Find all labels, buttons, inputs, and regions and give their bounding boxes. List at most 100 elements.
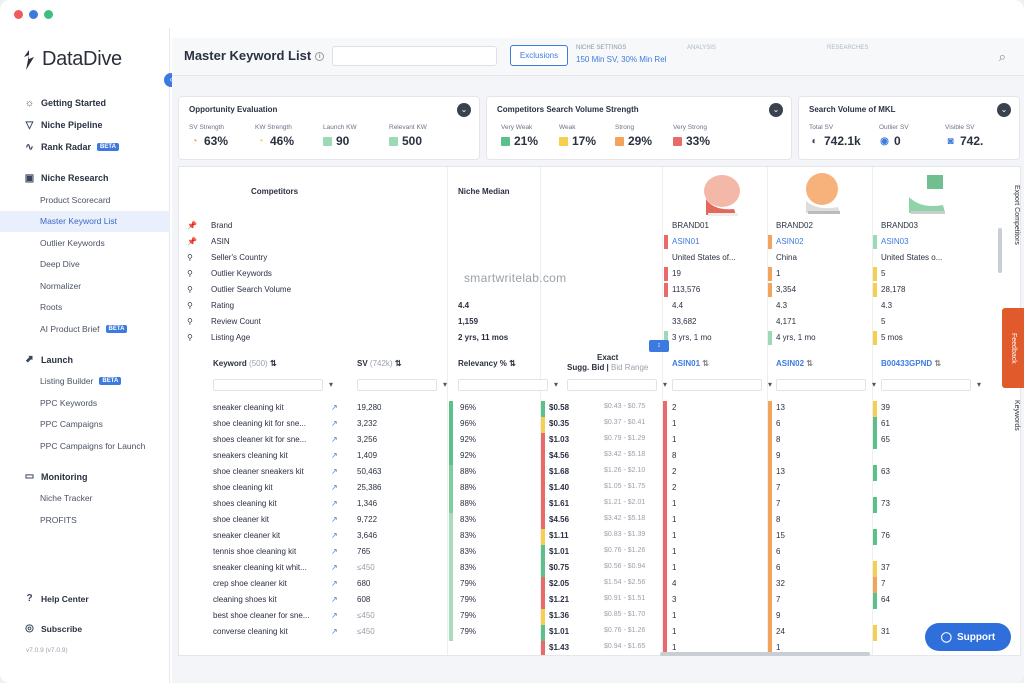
keyword-cell[interactable]: sneaker cleaning kit whit...	[213, 563, 328, 572]
external-link-icon[interactable]: ↗	[331, 451, 338, 460]
sidebar-item-niche-pipeline[interactable]: ▽ Niche Pipeline	[0, 114, 170, 136]
external-link-icon[interactable]: ↗	[331, 467, 338, 476]
sidebar-item-product-scorecard[interactable]: Product Scorecard	[0, 189, 170, 211]
keyword-cell[interactable]: sneaker cleaner kit	[213, 531, 328, 540]
filter-input[interactable]	[213, 379, 323, 391]
external-link-icon[interactable]: ↗	[331, 563, 338, 572]
sv-column-header[interactable]: SV (742k) ⇅	[357, 349, 402, 377]
sidebar-item-rank-radar[interactable]: ∿ Rank Radar BETA	[0, 136, 170, 158]
asin-column-header[interactable]: ASIN01 ⇅	[672, 349, 709, 377]
product-image-brand01[interactable]	[694, 171, 746, 219]
resize-handle-button[interactable]: ↕	[649, 340, 669, 352]
bid-column-header[interactable]: Exact Sugg. Bid | Bid Range	[567, 349, 648, 377]
filter-input[interactable]	[776, 379, 866, 391]
info-icon[interactable]: i	[315, 52, 325, 62]
sidebar-item-monitoring[interactable]: ▭ Monitoring	[0, 466, 170, 488]
filter-input[interactable]	[567, 379, 657, 391]
keyword-cell[interactable]: best shoe cleaner for sne...	[213, 611, 328, 620]
pin-icon[interactable]: 📌	[187, 237, 197, 246]
external-link-icon[interactable]: ↗	[331, 595, 338, 604]
sidebar-item-outlier-keywords[interactable]: Outlier Keywords	[0, 232, 170, 254]
subscribe-link[interactable]: ◎ Subscribe	[24, 623, 82, 634]
product-image-brand02[interactable]	[796, 171, 848, 219]
external-link-icon[interactable]: ↗	[331, 435, 338, 444]
keyword-cell[interactable]: sneakers cleaning kit	[213, 451, 328, 460]
filter-input[interactable]	[672, 379, 762, 391]
keyword-cell[interactable]: shoes cleaning kit	[213, 499, 328, 508]
pin-icon[interactable]: ⚲	[187, 317, 193, 326]
sidebar-item-ai-product-brief[interactable]: AI Product Brief BETA	[0, 318, 170, 340]
external-link-icon[interactable]: ↗	[331, 547, 338, 556]
sidebar-item-getting-started[interactable]: ☼ Getting Started	[0, 92, 170, 114]
filter-input[interactable]	[881, 379, 971, 391]
filter-icon[interactable]: ▾	[329, 380, 333, 389]
filter-icon[interactable]: ▾	[554, 380, 558, 389]
keyword-cell[interactable]: sneaker cleaning kit	[213, 403, 328, 412]
sidebar-item-master-keyword-list[interactable]: Master Keyword List	[0, 210, 170, 232]
sidebar-item-ppc-campaigns-for-launch[interactable]: PPC Campaigns for Launch	[0, 435, 170, 457]
filter-icon[interactable]: ▾	[872, 380, 876, 389]
keyword-cell[interactable]: cleaning shoes kit	[213, 595, 328, 604]
sort-icon[interactable]: ⇅	[806, 359, 813, 368]
pin-icon[interactable]: ⚲	[187, 285, 193, 294]
sidebar-item-ppc-campaigns[interactable]: PPC Campaigns	[0, 414, 170, 436]
external-link-icon[interactable]: ↗	[331, 579, 338, 588]
chevron-down-icon[interactable]: ⌄	[997, 103, 1011, 117]
asin-link[interactable]: ASIN02	[776, 237, 866, 246]
pin-icon[interactable]: ⚲	[187, 301, 193, 310]
feedback-tab[interactable]: Feedback	[1002, 308, 1024, 388]
logo[interactable]: DataDive	[20, 48, 122, 71]
filter-icon[interactable]: ▾	[663, 380, 667, 389]
external-link-icon[interactable]: ↗	[331, 483, 338, 492]
filter-icon[interactable]: ▾	[977, 380, 981, 389]
export-competitors-tab[interactable]: Export Competitors	[1002, 170, 1020, 260]
vertical-scrollbar[interactable]	[998, 228, 1002, 273]
external-link-icon[interactable]: ↗	[331, 515, 338, 524]
sidebar-item-roots[interactable]: Roots	[0, 297, 170, 319]
sort-icon[interactable]: ⇅	[934, 359, 941, 368]
sidebar-item-deep-dive[interactable]: Deep Dive	[0, 254, 170, 276]
keyword-column-header[interactable]: Keyword (500) ⇅	[213, 349, 277, 377]
asin-column-header[interactable]: ASIN02 ⇅	[776, 349, 813, 377]
product-image-brand03[interactable]	[901, 171, 953, 219]
keyword-cell[interactable]: shoes cleaner kit for sne...	[213, 435, 328, 444]
niche-select[interactable]	[332, 46, 497, 66]
sidebar-item-profits[interactable]: PROFITS	[0, 509, 170, 531]
sort-icon[interactable]: ⇅	[509, 359, 516, 368]
sort-icon[interactable]: ⇅	[395, 359, 402, 368]
filter-icon[interactable]: ▾	[443, 380, 447, 389]
sidebar-item-launch[interactable]: ⬈ Launch	[0, 349, 170, 371]
minimize-dot[interactable]	[29, 10, 38, 19]
external-link-icon[interactable]: ↗	[331, 499, 338, 508]
chevron-down-icon[interactable]: ⌄	[457, 103, 471, 117]
filter-icon[interactable]: ▾	[768, 380, 772, 389]
maximize-dot[interactable]	[44, 10, 53, 19]
sidebar-item-niche-tracker[interactable]: Niche Tracker	[0, 488, 170, 510]
help-center-link[interactable]: ? Help Center	[24, 593, 88, 604]
pin-icon[interactable]: ⚲	[187, 333, 193, 342]
external-link-icon[interactable]: ↗	[331, 419, 338, 428]
keywords-tab[interactable]: Keywords	[1002, 390, 1020, 440]
keyword-cell[interactable]: converse cleaning kit	[213, 627, 328, 636]
sidebar-item-normalizer[interactable]: Normalizer	[0, 275, 170, 297]
sort-icon[interactable]: ⇅	[270, 359, 277, 368]
keyword-cell[interactable]: tennis shoe cleaning kit	[213, 547, 328, 556]
external-link-icon[interactable]: ↗	[331, 627, 338, 636]
asin-link[interactable]: ASIN03	[881, 237, 971, 246]
asin-column-header[interactable]: B00433GPND ⇅	[881, 349, 941, 377]
keyword-cell[interactable]: shoe cleaner kit	[213, 515, 328, 524]
sort-icon[interactable]: ⇅	[702, 359, 709, 368]
keyword-cell[interactable]: shoe cleaning kit	[213, 483, 328, 492]
niche-settings-value[interactable]: 150 Min SV, 30% Min Rel	[576, 55, 666, 64]
filter-input[interactable]	[357, 379, 437, 391]
keyword-cell[interactable]: shoe cleaner sneakers kit	[213, 467, 328, 476]
sidebar-item-niche-research[interactable]: ▣ Niche Research	[0, 167, 170, 189]
sidebar-item-ppc-keywords[interactable]: PPC Keywords	[0, 392, 170, 414]
filter-input[interactable]	[458, 379, 548, 391]
relevancy-column-header[interactable]: Relevancy % ⇅	[458, 349, 516, 377]
close-dot[interactable]	[14, 10, 23, 19]
chat-icon[interactable]: ⌕	[999, 49, 1006, 65]
asin-link[interactable]: ASIN01	[672, 237, 762, 246]
horizontal-scrollbar[interactable]	[660, 652, 870, 656]
pin-icon[interactable]: ⚲	[187, 269, 193, 278]
